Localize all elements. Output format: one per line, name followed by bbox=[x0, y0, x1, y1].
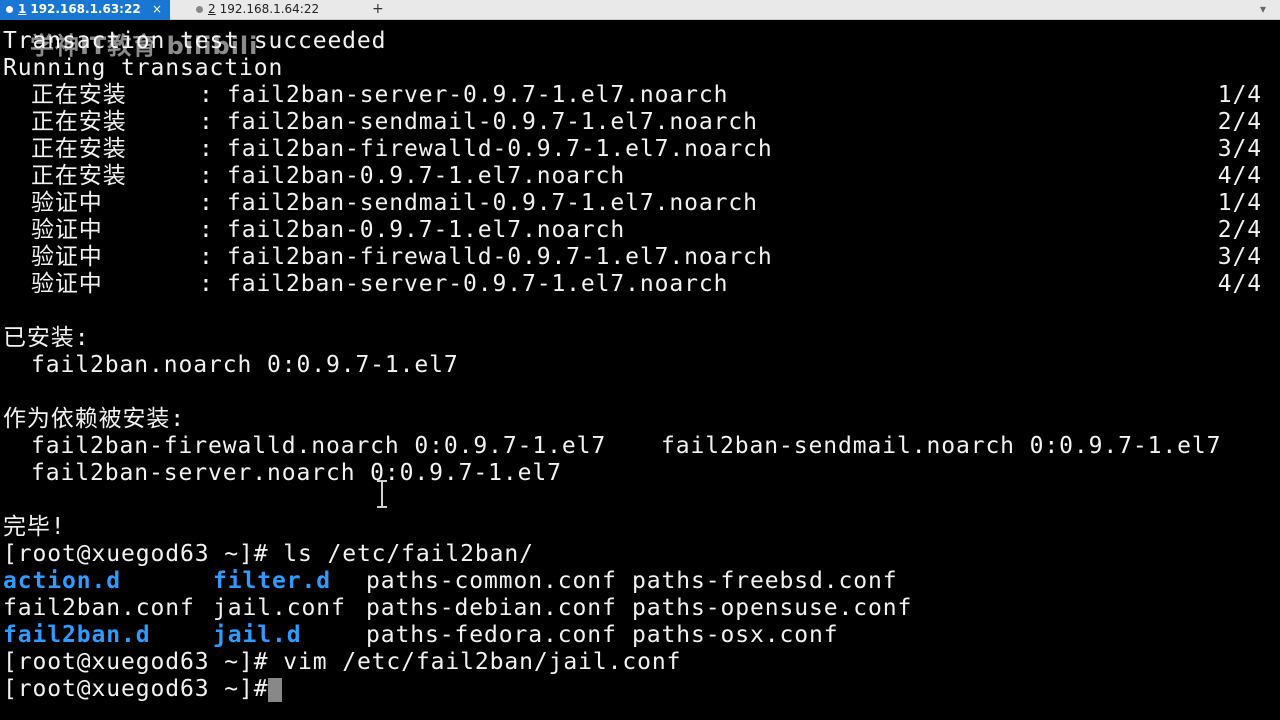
installed-pkg: fail2ban.noarch 0:0.9.7-1.el7 bbox=[31, 352, 459, 378]
install-pkg: fail2ban-firewalld-0.9.7-1.el7.noarch bbox=[227, 244, 773, 270]
shell-prompt: [root@xuegod63 ~]# bbox=[3, 676, 284, 702]
install-pkg: fail2ban-sendmail-0.9.7-1.el7.noarch bbox=[227, 109, 758, 135]
install-pkg: fail2ban-0.9.7-1.el7.noarch bbox=[227, 163, 626, 189]
install-action: 正在安装 bbox=[31, 163, 127, 189]
install-colon: : bbox=[199, 163, 214, 189]
install-progress: 4/4 bbox=[1217, 163, 1262, 189]
ibeam-pointer-icon bbox=[376, 480, 388, 508]
install-progress: 3/4 bbox=[1217, 244, 1262, 270]
dep-pkg: fail2ban-server.noarch 0:0.9.7-1.el7 bbox=[31, 460, 562, 486]
connected-dot-icon bbox=[6, 6, 13, 13]
ls-file: paths-common.conf bbox=[366, 568, 617, 594]
ls-file: paths-fedora.conf bbox=[366, 622, 617, 648]
ls-file: paths-osx.conf bbox=[632, 622, 839, 648]
dep-pkg: fail2ban-firewalld.noarch 0:0.9.7-1.el7 bbox=[31, 433, 607, 459]
shell-prompt: [root@xuegod63 ~]# bbox=[3, 541, 284, 567]
deps-title: 作为依赖被安装: bbox=[3, 406, 186, 432]
tab-number: 1 bbox=[18, 2, 27, 16]
install-progress: 1/4 bbox=[1217, 82, 1262, 108]
prompt-line: [root@xuegod63 ~]# vim /etc/fail2ban/jai… bbox=[3, 649, 681, 676]
ls-file: fail2ban.conf bbox=[3, 595, 195, 621]
install-colon: : bbox=[199, 244, 214, 270]
install-progress: 2/4 bbox=[1217, 217, 1262, 243]
ls-file: jail.conf bbox=[213, 595, 346, 621]
install-colon: : bbox=[199, 217, 214, 243]
install-progress: 2/4 bbox=[1217, 109, 1262, 135]
tab-session-1[interactable]: 1 192.168.1.63:22 × bbox=[0, 0, 170, 20]
install-pkg: fail2ban-sendmail-0.9.7-1.el7.noarch bbox=[227, 190, 758, 216]
tab-number: 2 bbox=[208, 2, 216, 16]
installed-title: 已安装: bbox=[3, 325, 90, 351]
prompt-line: [root@xuegod63 ~]# ls /etc/fail2ban/ bbox=[3, 541, 534, 568]
tab-bar: 1 192.168.1.63:22 × 2 192.168.1.64:22 + ▾ bbox=[0, 0, 1280, 20]
install-action: 验证中 bbox=[31, 190, 103, 216]
done-message: 完毕! bbox=[3, 514, 66, 540]
install-progress: 3/4 bbox=[1217, 136, 1262, 162]
add-tab-button[interactable]: + bbox=[372, 0, 384, 20]
terminal-output[interactable]: Transaction test succeeded Running trans… bbox=[0, 28, 1280, 720]
install-action: 验证中 bbox=[31, 271, 103, 297]
window-menu-icon[interactable]: ▾ bbox=[1260, 0, 1266, 20]
install-pkg: fail2ban-server-0.9.7-1.el7.noarch bbox=[227, 271, 729, 297]
install-action: 验证中 bbox=[31, 244, 103, 270]
ls-directory: jail.d bbox=[213, 622, 302, 648]
prompt-line: [root@xuegod63 ~]# bbox=[3, 676, 283, 703]
command-text: vim /etc/fail2ban/jail.conf bbox=[283, 649, 682, 675]
session-dot-icon bbox=[196, 6, 203, 13]
install-pkg: fail2ban-server-0.9.7-1.el7.noarch bbox=[227, 82, 729, 108]
ls-file: paths-opensuse.conf bbox=[632, 595, 913, 621]
install-action: 正在安装 bbox=[31, 136, 127, 162]
command-text: ls /etc/fail2ban/ bbox=[283, 541, 534, 567]
install-colon: : bbox=[199, 136, 214, 162]
ls-file: paths-debian.conf bbox=[366, 595, 617, 621]
install-pkg: fail2ban-0.9.7-1.el7.noarch bbox=[227, 217, 626, 243]
ls-directory: action.d bbox=[3, 568, 121, 594]
install-colon: : bbox=[199, 82, 214, 108]
tab-host: 192.168.1.64:22 bbox=[219, 2, 320, 16]
tab-host: 192.168.1.63:22 bbox=[30, 2, 141, 16]
dep-pkg: fail2ban-sendmail.noarch 0:0.9.7-1.el7 bbox=[661, 433, 1222, 459]
install-action: 正在安装 bbox=[31, 82, 127, 108]
install-colon: : bbox=[199, 109, 214, 135]
tab-session-2[interactable]: 2 192.168.1.64:22 bbox=[190, 0, 360, 20]
watermark-logo: 学神IT教育 bilibili bbox=[30, 32, 259, 60]
shell-prompt: [root@xuegod63 ~]# bbox=[3, 649, 284, 675]
text-cursor bbox=[268, 678, 282, 702]
ls-file: paths-freebsd.conf bbox=[632, 568, 898, 594]
ls-directory: filter.d bbox=[213, 568, 331, 594]
ls-directory: fail2ban.d bbox=[3, 622, 151, 648]
install-progress: 4/4 bbox=[1217, 271, 1262, 297]
install-progress: 1/4 bbox=[1217, 190, 1262, 216]
close-icon[interactable]: × bbox=[152, 0, 162, 18]
install-pkg: fail2ban-firewalld-0.9.7-1.el7.noarch bbox=[227, 136, 773, 162]
install-action: 验证中 bbox=[31, 217, 103, 243]
install-colon: : bbox=[199, 190, 214, 216]
install-colon: : bbox=[199, 271, 214, 297]
install-action: 正在安装 bbox=[31, 109, 127, 135]
